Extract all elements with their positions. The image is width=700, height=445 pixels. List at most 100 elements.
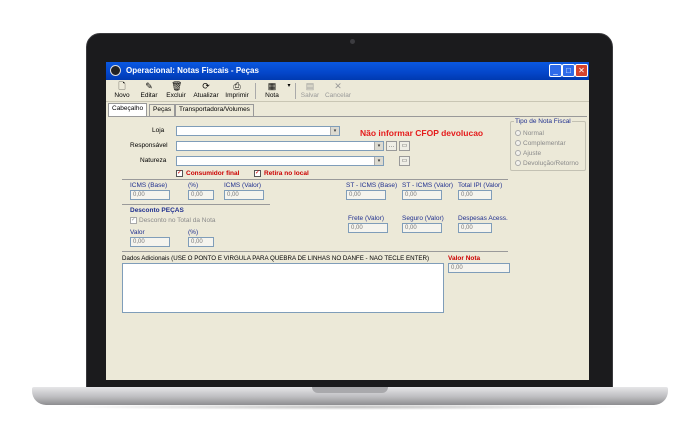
icms-pct-field[interactable]: 0,00 bbox=[188, 190, 214, 200]
st-base-field[interactable]: 0,00 bbox=[346, 190, 386, 200]
st-base-label: ST - ICMS (Base) bbox=[346, 182, 398, 189]
radio-complementar[interactable] bbox=[515, 140, 521, 146]
divider bbox=[122, 179, 508, 180]
new-doc-icon: 🗋 bbox=[118, 81, 126, 91]
consumidor-final-checkbox[interactable]: ✓ bbox=[176, 170, 183, 177]
loja-select[interactable]: ▾ bbox=[176, 126, 340, 136]
tab-transportadora[interactable]: Transportadora/Volumes bbox=[175, 104, 254, 116]
excluir-label: Excluir bbox=[166, 92, 186, 99]
tab-cabecalho[interactable]: Cabeçalho bbox=[108, 103, 148, 116]
dados-adicionais-label: Dados Adicionais (USE O PONTO E VIRGULA … bbox=[122, 255, 430, 262]
salvar-button[interactable]: ▤ Salvar bbox=[298, 81, 322, 101]
cancel-icon: ✕ bbox=[334, 81, 342, 91]
nota-dropdown-arrow[interactable]: ▾ bbox=[284, 81, 292, 101]
divider bbox=[122, 251, 508, 252]
desconto-valor-field[interactable]: 0,00 bbox=[130, 237, 170, 247]
laptop-camera bbox=[350, 39, 355, 44]
title-bar[interactable]: Operacional: Notas Fiscais - Peças _ □ ✕ bbox=[106, 62, 589, 80]
seguro-field[interactable]: 0,00 bbox=[402, 223, 442, 233]
icms-pct-label: (%) bbox=[188, 182, 199, 189]
st-valor-field[interactable]: 0,00 bbox=[402, 190, 442, 200]
toolbar: 🗋 Novo ✎ Editar 🗑 Excluir ⟳ Atualizar ⎙ Impri… bbox=[106, 80, 589, 102]
cancelar-label: Cancelar bbox=[324, 92, 351, 99]
invoice-icon: ▦ bbox=[267, 81, 277, 91]
lookup-icon[interactable]: ▭ bbox=[399, 141, 410, 151]
valor-nota-field[interactable]: 0,00 bbox=[448, 263, 510, 273]
loja-label: Loja bbox=[152, 127, 165, 134]
valor-nota-label: Valor Nota bbox=[448, 255, 481, 262]
toolbar-separator bbox=[295, 83, 296, 99]
seguro-label: Seguro (Valor) bbox=[402, 215, 444, 222]
devolucao-label: Devolução/Retorno bbox=[523, 160, 579, 167]
icms-base-label: ICMS (Base) bbox=[130, 182, 168, 189]
radio-normal[interactable] bbox=[515, 130, 521, 136]
maximize-button[interactable]: □ bbox=[562, 64, 575, 77]
complementar-label: Complementar bbox=[523, 140, 566, 147]
chevron-down-icon: ▾ bbox=[330, 127, 339, 135]
ellipsis-button[interactable]: … bbox=[386, 141, 397, 151]
minimize-button[interactable]: _ bbox=[549, 64, 562, 77]
desconto-total-checkbox[interactable]: ✓ bbox=[130, 217, 137, 224]
tab-pecas[interactable]: Peças bbox=[149, 104, 176, 116]
edit-icon: ✎ bbox=[145, 81, 153, 91]
desconto-pct-field[interactable]: 0,00 bbox=[188, 237, 214, 247]
divider bbox=[122, 204, 270, 205]
chevron-down-icon: ▾ bbox=[374, 157, 383, 165]
natureza-select[interactable]: ▾ bbox=[176, 156, 384, 166]
editar-button[interactable]: ✎ Editar bbox=[137, 81, 161, 101]
despesas-field[interactable]: 0,00 bbox=[458, 223, 492, 233]
responsavel-select[interactable]: ▾ bbox=[176, 141, 384, 151]
icms-base-field[interactable]: 0,00 bbox=[130, 190, 170, 200]
chevron-down-icon: ▾ bbox=[287, 83, 291, 89]
icms-valor-field[interactable]: 0,00 bbox=[224, 190, 264, 200]
cancelar-button[interactable]: ✕ Cancelar bbox=[324, 81, 352, 101]
desconto-total-label: Desconto no Total da Nota bbox=[139, 217, 216, 224]
consumidor-final-label: Consumidor final bbox=[186, 170, 240, 177]
chevron-down-icon: ▾ bbox=[374, 142, 383, 150]
save-icon: ▤ bbox=[305, 81, 315, 91]
desconto-pct-label: (%) bbox=[188, 229, 199, 236]
novo-button[interactable]: 🗋 Novo bbox=[110, 81, 134, 101]
imprimir-label: Imprimir bbox=[225, 92, 249, 99]
frete-label: Frete (Valor) bbox=[348, 215, 384, 222]
responsavel-label: Responsável bbox=[130, 142, 168, 149]
ajuste-label: Ajuste bbox=[523, 150, 542, 157]
imprimir-button[interactable]: ⎙ Imprimir bbox=[223, 81, 251, 101]
atualizar-label: Atualizar bbox=[193, 92, 219, 99]
nota-label: Nota bbox=[265, 92, 279, 99]
atualizar-button[interactable]: ⟳ Atualizar bbox=[192, 81, 220, 101]
close-button[interactable]: ✕ bbox=[575, 64, 588, 77]
nota-button[interactable]: ▦ Nota bbox=[260, 81, 284, 101]
desconto-valor-label: Valor bbox=[130, 229, 145, 236]
lookup-icon[interactable]: ▭ bbox=[399, 156, 410, 166]
printer-icon: ⎙ bbox=[233, 81, 241, 91]
app-window: Operacional: Notas Fiscais - Peças _ □ ✕… bbox=[106, 62, 589, 380]
desconto-title: Desconto PEÇAS bbox=[130, 207, 184, 214]
frete-field[interactable]: 0,00 bbox=[348, 223, 388, 233]
normal-label: Normal bbox=[523, 130, 544, 137]
despesas-label: Despesas Acess. bbox=[458, 215, 508, 222]
retira-local-label: Retira no local bbox=[264, 170, 309, 177]
novo-label: Novo bbox=[114, 92, 130, 99]
toolbar-separator bbox=[255, 83, 256, 99]
retira-local-checkbox[interactable]: ✓ bbox=[254, 170, 261, 177]
laptop-notch bbox=[312, 387, 388, 393]
icms-valor-label: ICMS (Valor) bbox=[224, 182, 262, 189]
dados-adicionais-textarea[interactable] bbox=[122, 263, 444, 313]
delete-icon: 🗑 bbox=[171, 81, 183, 91]
app-icon bbox=[110, 65, 121, 76]
cabecalho-panel: Loja ▾ Responsável ▾ … ▭ Natureza ▾ ▭ Nã… bbox=[108, 116, 587, 378]
refresh-icon: ⟳ bbox=[202, 81, 210, 91]
editar-label: Editar bbox=[140, 92, 158, 99]
st-valor-label: ST - ICMS (Valor) bbox=[402, 182, 454, 189]
tipo-nota-title: Tipo de Nota Fiscal bbox=[514, 118, 572, 125]
cfop-warning: Não informar CFOP devolucao bbox=[360, 128, 484, 138]
salvar-label: Salvar bbox=[300, 92, 320, 99]
total-ipi-label: Total IPI (Valor) bbox=[458, 182, 503, 189]
natureza-label: Natureza bbox=[140, 157, 167, 164]
excluir-button[interactable]: 🗑 Excluir bbox=[164, 81, 188, 101]
radio-devolucao[interactable] bbox=[515, 160, 521, 166]
total-ipi-field[interactable]: 0,00 bbox=[458, 190, 492, 200]
window-title: Operacional: Notas Fiscais - Peças bbox=[126, 66, 259, 75]
radio-ajuste[interactable] bbox=[515, 150, 521, 156]
